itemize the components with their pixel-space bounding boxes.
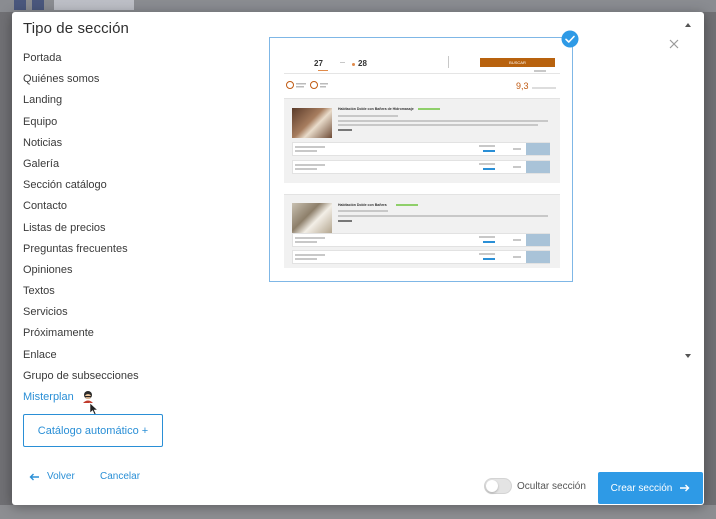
preview-search-button: BUSCAR bbox=[480, 58, 555, 67]
preview-content: 27 28 BUSCAR 9,3 Habitación Doble con Ba… bbox=[284, 54, 560, 268]
preview-date-dot bbox=[352, 63, 355, 66]
preview-room-desc bbox=[338, 215, 548, 217]
preview-room-tag bbox=[418, 108, 440, 110]
section-type-equipo[interactable]: Equipo bbox=[23, 112, 139, 133]
preview-room-meta bbox=[338, 115, 398, 117]
preview-reserve-button bbox=[526, 251, 550, 263]
hide-section-label: Ocultar sección bbox=[517, 481, 586, 492]
preview-reserve-button bbox=[526, 161, 550, 173]
preview-date-start: 27 bbox=[314, 59, 323, 68]
section-type-enlace[interactable]: Enlace bbox=[23, 345, 139, 366]
cancel-link[interactable]: Cancelar bbox=[100, 471, 140, 482]
arrow-right-icon bbox=[680, 484, 690, 492]
arrow-left-icon bbox=[29, 473, 39, 480]
section-type-preguntas-frecuentes[interactable]: Preguntas frecuentes bbox=[23, 239, 139, 260]
preview-rate-row bbox=[292, 250, 550, 264]
section-type-noticias[interactable]: Noticias bbox=[23, 133, 139, 154]
preview-room-more bbox=[338, 129, 352, 131]
preview-date-underline bbox=[318, 70, 328, 71]
section-type-list: Portada Quiénes somos Landing Equipo Not… bbox=[23, 48, 139, 408]
section-type-proximamente[interactable]: Próximamente bbox=[23, 323, 139, 344]
preview-header-divider bbox=[448, 56, 449, 68]
section-type-portada[interactable]: Portada bbox=[23, 48, 139, 69]
preview-room-more bbox=[338, 220, 352, 222]
preview-date-end: 28 bbox=[358, 59, 367, 68]
section-type-grupo-de-subsecciones[interactable]: Grupo de subsecciones bbox=[23, 366, 139, 387]
preview-score: 9,3 bbox=[516, 81, 529, 91]
section-type-listas-de-precios[interactable]: Listas de precios bbox=[23, 218, 139, 239]
toggle-knob bbox=[486, 480, 498, 492]
section-type-seccion-catalogo[interactable]: Sección catálogo bbox=[23, 175, 139, 196]
preview-score-caption bbox=[532, 87, 556, 89]
preview-booking-bar: 27 28 BUSCAR bbox=[284, 54, 560, 74]
close-icon[interactable] bbox=[667, 37, 681, 51]
back-link[interactable]: Volver bbox=[29, 471, 75, 482]
preview-room-card: Habitación Doble con Bañera de Hidromasa… bbox=[284, 98, 560, 183]
backdrop-logo bbox=[14, 0, 134, 10]
section-type-misterplan[interactable]: Misterplan bbox=[23, 387, 139, 408]
preview-badges bbox=[286, 81, 328, 89]
preview-room-photo bbox=[292, 108, 332, 138]
section-type-servicios[interactable]: Servicios bbox=[23, 302, 139, 323]
create-section-button[interactable]: Crear sección bbox=[598, 472, 703, 504]
preview-rate-row bbox=[292, 142, 550, 156]
section-type-modal: Tipo de sección Portada Quiénes somos La… bbox=[12, 12, 704, 505]
chevron-up-icon[interactable] bbox=[683, 21, 693, 29]
chevron-down-icon[interactable] bbox=[683, 352, 693, 360]
preview-room-desc bbox=[338, 120, 548, 122]
section-type-galeria[interactable]: Galería bbox=[23, 154, 139, 175]
back-link-label: Volver bbox=[47, 471, 75, 482]
preview-room-desc bbox=[338, 124, 538, 126]
preview-lang bbox=[534, 70, 546, 72]
preview-room-tag bbox=[396, 204, 418, 206]
section-type-opiniones[interactable]: Opiniones bbox=[23, 260, 139, 281]
preview-reserve-button bbox=[526, 143, 550, 155]
preview-room-photo bbox=[292, 203, 332, 233]
section-type-misterplan-label: Misterplan bbox=[23, 391, 74, 403]
preview-rate-row bbox=[292, 160, 550, 174]
backdrop-footer bbox=[0, 505, 716, 519]
preview-rate-row bbox=[292, 233, 550, 247]
section-type-textos[interactable]: Textos bbox=[23, 281, 139, 302]
check-circle-icon bbox=[561, 30, 579, 48]
preview-room-title: Habitación Doble con Bañera bbox=[338, 203, 387, 207]
preview-date-separator bbox=[340, 62, 345, 63]
auto-catalog-button[interactable]: Catálogo automático + bbox=[23, 414, 163, 447]
create-section-label: Crear sección bbox=[610, 482, 673, 494]
section-type-landing[interactable]: Landing bbox=[23, 90, 139, 111]
preview-reserve-button bbox=[526, 234, 550, 246]
preview-room-meta bbox=[338, 210, 388, 212]
section-preview: 27 28 BUSCAR 9,3 Habitación Doble con Ba… bbox=[269, 37, 573, 282]
hide-section-toggle[interactable] bbox=[484, 478, 512, 494]
modal-title: Tipo de sección bbox=[23, 20, 130, 37]
section-type-quienes-somos[interactable]: Quiénes somos bbox=[23, 69, 139, 90]
preview-room-card: Habitación Doble con Bañera bbox=[284, 194, 560, 268]
section-type-contacto[interactable]: Contacto bbox=[23, 196, 139, 217]
